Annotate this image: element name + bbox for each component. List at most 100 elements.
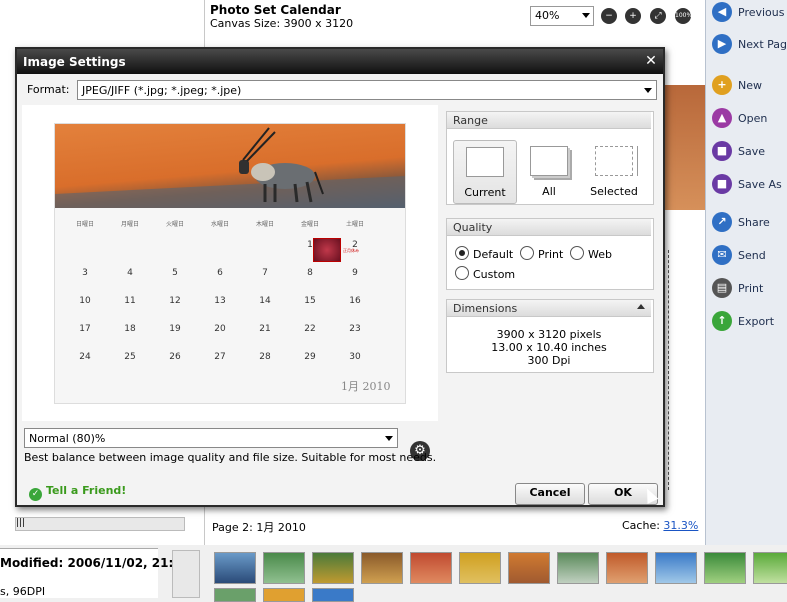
quality-default-radio[interactable]: Default	[455, 246, 513, 261]
export-icon: ↑	[712, 311, 732, 331]
calendar-day: 19	[169, 324, 181, 334]
dimensions-header[interactable]: Dimensions	[447, 300, 651, 317]
range-current-label: Current	[464, 186, 506, 199]
thumbnail[interactable]	[361, 552, 403, 584]
calendar-day: 27	[214, 352, 226, 362]
thumbnail[interactable]	[704, 552, 746, 584]
calendar-weekday: 日曜日	[75, 221, 94, 228]
quality-print-radio[interactable]: Print	[520, 246, 563, 261]
canvas-photo	[660, 85, 705, 210]
thumbnail[interactable]	[459, 552, 501, 584]
thumbnail[interactable]	[263, 588, 305, 602]
quality-custom-radio[interactable]: Custom	[455, 266, 515, 281]
calendar-weekday: 木曜日	[255, 221, 274, 228]
actual-size-icon[interactable]: 100%	[675, 8, 692, 24]
dialog-title: Image Settings	[23, 55, 126, 69]
calendar-day: 24	[79, 352, 91, 362]
radio-icon	[570, 246, 584, 260]
tell-a-friend-link[interactable]: ✓ Tell a Friend!	[29, 484, 126, 501]
thumbnail[interactable]	[557, 552, 599, 584]
thumbnail-scrollbar[interactable]	[172, 550, 200, 598]
calendar-day: 12	[169, 296, 181, 306]
open-icon: ▲	[712, 108, 732, 128]
cancel-button[interactable]: Cancel	[515, 483, 585, 505]
range-all-button[interactable]: All	[518, 140, 580, 202]
tell-friend-icon: ✓	[29, 488, 42, 501]
cache-status: Cache: 31.3%	[622, 519, 698, 532]
thumbnail[interactable]	[606, 552, 648, 584]
toolbar-item-label: Print	[738, 282, 764, 295]
fit-icon[interactable]: ⤢	[650, 8, 666, 24]
chevron-down-icon	[644, 88, 652, 93]
dimensions-dpi: 300 Dpi	[527, 354, 571, 367]
thumbnail[interactable]	[655, 552, 697, 584]
horizontal-scrollbar[interactable]: |||	[15, 517, 185, 531]
arrow-right-icon: ▶	[712, 34, 732, 54]
calendar-day: 28	[259, 352, 271, 362]
oryx-image	[55, 127, 405, 208]
dpi-info: s, 96DPI	[0, 585, 46, 598]
toolbar-item-label: Open	[738, 112, 768, 125]
quality-custom-label: Custom	[473, 268, 516, 281]
print-icon: ▤	[712, 278, 732, 298]
canvas-border	[668, 250, 678, 490]
range-current-button[interactable]: Current	[453, 140, 517, 204]
calendar-day: 23	[349, 324, 361, 334]
radio-icon	[520, 246, 534, 260]
toolbar-item-label: Save As	[738, 178, 782, 191]
quality-preset-select[interactable]: Normal (80)%	[24, 428, 398, 448]
zoom-in-icon[interactable]: +	[625, 8, 641, 24]
quality-preset-value: Normal (80)%	[29, 432, 106, 445]
calendar-weekday: 金曜日	[300, 221, 319, 228]
selected-pages-icon	[595, 146, 633, 176]
new-icon: +	[712, 75, 732, 95]
dimensions-panel: Dimensions 3900 x 3120 pixels 13.00 x 10…	[446, 299, 654, 373]
calendar-day: 9	[352, 268, 358, 278]
thumbnail[interactable]	[312, 588, 354, 602]
calendar-day: 29	[304, 352, 316, 362]
thumbnail[interactable]	[508, 552, 550, 584]
quality-default-label: Default	[473, 248, 514, 261]
calendar-day: 8	[307, 268, 313, 278]
calendar-photo	[55, 124, 405, 208]
calendar-month-label: 1月 2010	[341, 380, 391, 393]
thumbnail[interactable]	[214, 588, 256, 602]
zoom-value: 40%	[535, 9, 560, 22]
calendar-day: 3	[82, 268, 88, 278]
cache-value-link[interactable]: 31.3%	[663, 519, 698, 532]
calendar-day: 30	[349, 352, 361, 362]
close-icon[interactable]: ✕	[643, 53, 659, 69]
image-settings-dialog: Image Settings ✕ Format: JPEG/JIFF (*.jp…	[15, 47, 665, 507]
calendar-weekday: 火曜日	[165, 221, 184, 228]
calendar-preview: 日曜日 月曜日 火曜日 水曜日 木曜日 金曜日 土曜日 1 2 3 4 5 6 7 8 9 10 11 12 13 1…	[54, 123, 406, 404]
pages-icon	[530, 146, 568, 176]
send-icon: ✉	[712, 245, 732, 265]
range-selected-button[interactable]: Selected	[583, 140, 645, 202]
chevron-up-icon	[637, 304, 645, 309]
quality-web-radio[interactable]: Web	[570, 246, 612, 261]
calendar-day: 25	[124, 352, 136, 362]
thumbnail[interactable]	[214, 552, 256, 584]
thumbnail[interactable]	[753, 552, 787, 584]
format-value: JPEG/JIFF (*.jpg; *.jpeg; *.jpe)	[82, 84, 242, 97]
toolbar-item-label: Save	[738, 145, 766, 158]
format-select[interactable]: JPEG/JIFF (*.jpg; *.jpeg; *.jpe)	[77, 80, 657, 100]
calendar-day: 26	[169, 352, 181, 362]
event-label: 正月休み	[343, 248, 359, 253]
thumbnail[interactable]	[263, 552, 305, 584]
thumbnail[interactable]	[312, 552, 354, 584]
modified-info: Modified: 2006/11/02, 21:35)	[0, 556, 196, 570]
zoom-select[interactable]: 40%	[530, 6, 594, 26]
calendar-day: 6	[217, 268, 223, 278]
share-icon: ↗	[712, 212, 732, 232]
quality-print-label: Print	[538, 248, 564, 261]
toolbar-item-label: New	[738, 79, 762, 92]
calendar-day: 13	[214, 296, 226, 306]
save-as-icon: ■	[712, 174, 732, 194]
dialog-titlebar[interactable]: Image Settings ✕	[17, 49, 663, 74]
calendar-day: 11	[124, 296, 136, 306]
calendar-day: 22	[304, 324, 316, 334]
calendar-day: 16	[349, 296, 361, 306]
zoom-out-icon[interactable]: −	[601, 8, 617, 24]
thumbnail[interactable]	[410, 552, 452, 584]
